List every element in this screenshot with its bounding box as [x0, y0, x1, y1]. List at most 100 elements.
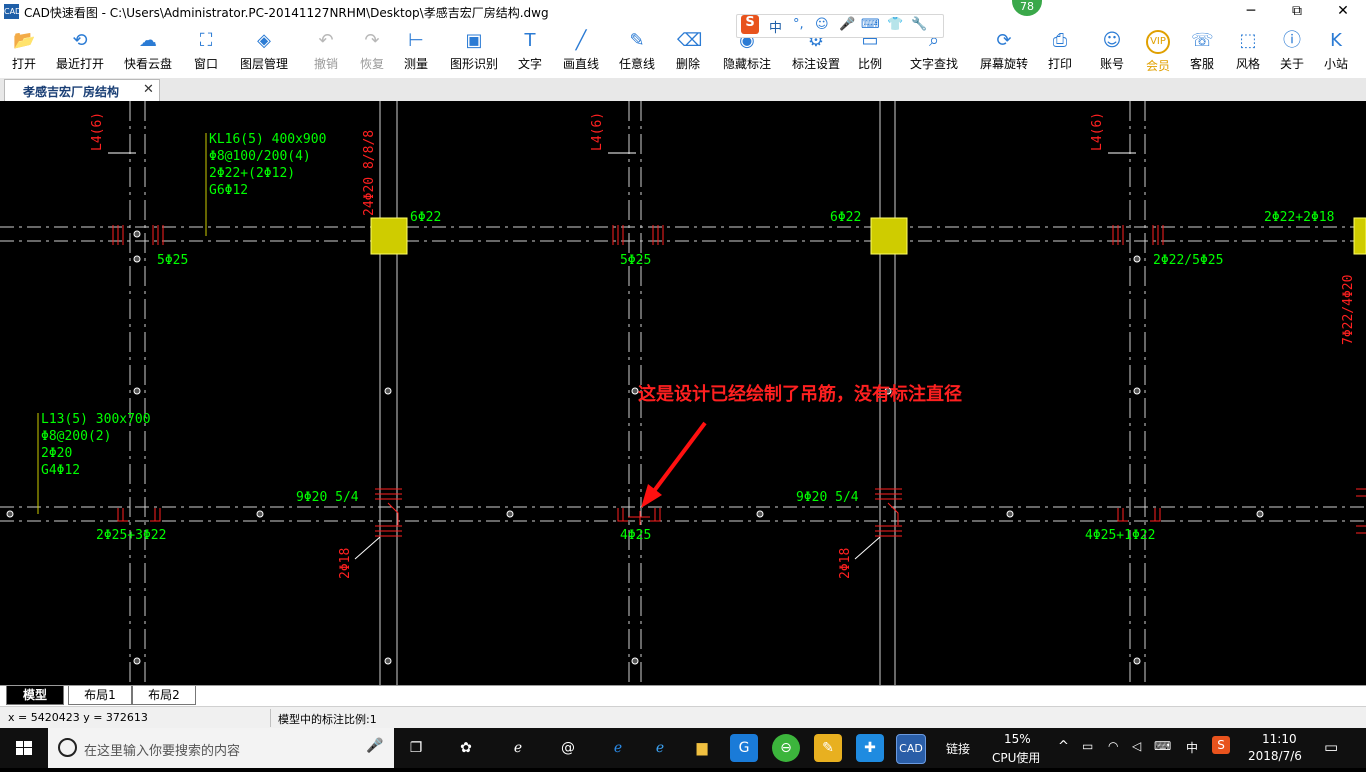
label-2c22-2c18: 2Φ22+2Φ18 — [1264, 210, 1334, 225]
tab-layout-2[interactable]: 布局2 — [132, 686, 196, 705]
document-tab[interactable]: 孝感吉宏厂房结构 ✕ — [4, 79, 160, 101]
ime-keyboard-icon[interactable]: ⌨ — [861, 17, 880, 32]
style-label: 风格 — [1235, 57, 1260, 71]
measure-label: 测量 — [403, 57, 428, 71]
line-icon: ╱ — [575, 30, 587, 51]
service-icon: ☏ — [1191, 30, 1214, 51]
freeline-label: 任意线 — [618, 57, 655, 71]
dimension-scale-readout: 模型中的标注比例:1 — [278, 713, 377, 726]
ime-punct-icon[interactable]: °, — [793, 17, 804, 32]
sogou-tray-icon[interactable]: S — [1212, 736, 1230, 754]
account-label: 账号 — [1099, 57, 1124, 71]
toolbar-vip-button[interactable]: VIP 会员 — [1140, 24, 1176, 78]
green-app-icon[interactable]: ⊖ — [772, 734, 800, 762]
toolbar-text-button[interactable]: T 文字 — [512, 24, 548, 78]
toolbar-style-button[interactable]: ⬚ 风格 — [1230, 24, 1266, 78]
volume-icon[interactable]: ◁ — [1132, 739, 1141, 753]
drawing-svg[interactable]: KL16(5) 400x900 Φ8@100/200(4) 2Φ22+(2Φ12… — [0, 101, 1366, 685]
kl16-line-3: 2Φ22+(2Φ12) — [209, 166, 295, 181]
clock-date[interactable]: 2018/7/6 — [1248, 749, 1302, 763]
app-g-icon[interactable]: G — [730, 734, 758, 762]
ime-toolbar[interactable]: S 中 °, ☺ 🎤 ⌨ 👕 🔧 — [736, 14, 944, 38]
vip-label: 会员 — [1145, 59, 1170, 73]
toolbar-window-button[interactable]: ⛶ 窗口 — [190, 24, 222, 78]
edge-icon[interactable]: ℯ — [604, 734, 632, 762]
document-tab-close-icon[interactable]: ✕ — [143, 82, 154, 97]
ime-mic-icon[interactable]: 🎤 — [839, 17, 855, 32]
battery-icon[interactable]: ▭ — [1082, 739, 1093, 753]
taskbar-search-box[interactable]: 在这里输入你要搜索的内容 🎤 — [48, 728, 394, 768]
toolbar-account-button[interactable]: ☺ 账号 — [1092, 24, 1132, 78]
start-button[interactable] — [0, 728, 48, 768]
ime-emoji-icon[interactable]: ☺ — [815, 17, 829, 32]
notes-app-icon[interactable]: ✎ — [814, 734, 842, 762]
window-icon: ⛶ — [199, 30, 213, 51]
tray-link-label[interactable]: 链接 — [946, 740, 970, 757]
toolbar-cloud-button[interactable]: ☁ 快看云盘 — [120, 24, 176, 78]
callout-note: 这是设计已经绘制了吊筋，没有标注直径 — [638, 383, 962, 405]
toolbar-about-button[interactable]: ⓘ 关于 — [1274, 24, 1310, 78]
tab-model[interactable]: 模型 — [6, 686, 64, 705]
drawing-canvas[interactable]: KL16(5) 400x900 Φ8@100/200(4) 2Φ22+(2Φ12… — [0, 101, 1366, 685]
microphone-icon[interactable]: 🎤 — [366, 738, 383, 754]
redo-icon: ↷ — [364, 30, 380, 51]
toolbar-redo-button[interactable]: ↷ 恢复 — [356, 24, 388, 78]
toolbar-print-button[interactable]: ⎙ 打印 — [1042, 24, 1078, 78]
minimize-button[interactable]: ─ — [1228, 0, 1274, 24]
tab-layout-1[interactable]: 布局1 — [68, 686, 132, 705]
toolbar-shape-button[interactable]: ▣ 图形识别 — [446, 24, 502, 78]
leader-lines — [108, 152, 1136, 560]
toolbar-line-button[interactable]: ╱ 画直线 — [558, 24, 604, 78]
toolbar-service-button[interactable]: ☏ 客服 — [1184, 24, 1220, 78]
toolbar-recent-button[interactable]: ⟲ 最近打开 — [52, 24, 108, 78]
beam-l13-annotation: L13(5) 300x700 Φ8@200(2) 2Φ20 G4Φ12 — [41, 412, 151, 478]
toolbar-measure-button[interactable]: ⊢ 测量 — [398, 24, 434, 78]
keyboard-icon[interactable]: ⌨ — [1154, 739, 1171, 753]
ime-skin-icon[interactable]: 👕 — [887, 17, 903, 32]
print-label: 打印 — [1047, 57, 1072, 71]
plus-app-icon[interactable]: ✚ — [856, 734, 884, 762]
undo-label: 撤销 — [313, 57, 338, 71]
dimset-label: 标注设置 — [791, 57, 840, 71]
task-view-icon[interactable]: ❐ — [402, 734, 430, 762]
toolbar-open-button[interactable]: 📂 打开 — [8, 24, 40, 78]
recent-label: 最近打开 — [55, 57, 104, 71]
wifi-icon[interactable]: ◠ — [1108, 739, 1118, 753]
label-2c22-5c25: 2Φ22/5Φ25 — [1153, 253, 1223, 268]
clock-time[interactable]: 11:10 — [1262, 732, 1297, 746]
ime-tools-icon[interactable]: 🔧 — [911, 17, 927, 32]
cad-taskbar-icon[interactable]: CAD — [896, 734, 926, 764]
label-l4-a: L4(6) — [90, 112, 105, 151]
service-label: 客服 — [1189, 57, 1214, 71]
ie-blue-icon[interactable]: ℯ — [646, 734, 674, 762]
tray-expand-icon[interactable]: ^ — [1058, 739, 1069, 754]
l13-line-1: L13(5) 300x700 — [41, 412, 151, 427]
about-icon: ⓘ — [1283, 30, 1301, 51]
erase-label: 删除 — [675, 57, 700, 71]
label-4c25: 4Φ25 — [620, 528, 651, 543]
coordinates-readout: x = 5420423 y = 372613 — [8, 711, 148, 724]
redo-label: 恢复 — [359, 57, 384, 71]
label-9c20-a: 9Φ20 5/4 — [296, 490, 359, 505]
vip-icon: VIP — [1146, 30, 1170, 54]
toolbar-undo-button[interactable]: ↶ 撤销 — [308, 24, 344, 78]
toolbar-rotate-button[interactable]: ⟳ 屏幕旋转 — [974, 24, 1034, 78]
file-explorer-icon[interactable]: ▆ — [688, 734, 716, 762]
restore-button[interactable]: ⧉ — [1274, 0, 1320, 24]
close-button[interactable]: ✕ — [1320, 0, 1366, 24]
toolbar-freeline-button[interactable]: ✎ 任意线 — [614, 24, 660, 78]
toolbar-xiaozhan-button[interactable]: K 小站 — [1318, 24, 1354, 78]
main-toolbar: 📂 打开 ⟲ 最近打开 ☁ 快看云盘 ⛶ 窗口 ◈ 图层管理 ↶ 撤销 ↷ 恢复 ⊢ 测量 ▣ 图形识别 T 文字 ╱ 画… — [0, 24, 1366, 79]
pinwheel-app-icon[interactable]: ✿ — [452, 734, 480, 762]
ie-icon[interactable]: ℯ — [504, 734, 532, 762]
toolbar-layers-button[interactable]: ◈ 图层管理 — [236, 24, 292, 78]
ime-indicator[interactable]: 中 — [1186, 739, 1198, 756]
notification-center-icon[interactable]: ▭ — [1324, 738, 1338, 756]
toolbar-erase-button[interactable]: ⌫ 删除 — [670, 24, 706, 78]
label-2c18-a: 2Φ18 — [338, 548, 353, 579]
ratio-label: 比例 — [857, 57, 882, 71]
ime-lang[interactable]: 中 — [769, 17, 782, 36]
spiral-app-icon[interactable]: @ — [554, 734, 582, 762]
status-divider — [270, 709, 271, 727]
window-label: 窗口 — [193, 57, 218, 71]
